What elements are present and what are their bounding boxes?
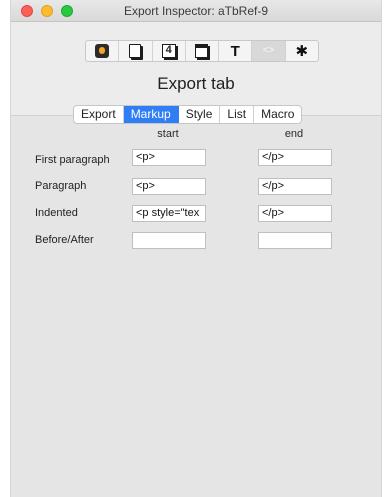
tab-list[interactable]: List [220,106,255,123]
text-pane-button[interactable]: T [219,41,253,61]
indented-start-field[interactable]: <p style="tex [132,205,206,222]
block-pane-button[interactable] [186,41,220,61]
paragraph-start-field[interactable]: <p> [132,178,206,195]
indented-end-field[interactable]: </p> [258,205,332,222]
number-pane-button[interactable]: 4 [153,41,186,61]
page-pane-button[interactable] [119,41,153,61]
before-after-end-field[interactable] [258,232,332,249]
tab-export[interactable]: Export [74,106,124,123]
export-inspector-window: Export Inspector: aTbRef-9 4 T <> ✱ Expo… [10,0,382,497]
row-label-before-after: Before/After [35,234,94,246]
export-icon [95,44,110,58]
inspector-toolbar: 4 T <> ✱ [85,40,319,62]
page-icon [129,44,142,58]
row-label-first-paragraph: First paragraph [35,154,110,166]
markup-panel [11,115,381,497]
before-after-start-field[interactable] [132,232,206,249]
first-paragraph-start-field[interactable]: <p> [132,149,206,166]
pane-title: Export tab [157,74,235,93]
row-label-indented: Indented [35,207,78,219]
code-pane-button[interactable]: <> [252,41,286,61]
start-column-header: start [157,128,179,140]
title-bar[interactable]: Export Inspector: aTbRef-9 [11,0,381,22]
tab-bar: Export Markup Style List Macro [73,105,303,124]
tab-macro[interactable]: Macro [254,106,301,123]
end-column-header: end [284,128,304,140]
gear-icon: ✱ [295,42,309,60]
export-pane-button[interactable] [86,41,120,61]
window-title: Export Inspector: aTbRef-9 [123,4,269,18]
first-paragraph-end-field[interactable]: </p> [258,149,332,166]
code-icon: <> [262,45,275,56]
tab-markup[interactable]: Markup [123,106,179,123]
row-label-paragraph: Paragraph [35,180,87,192]
paragraph-end-field[interactable]: </p> [258,178,332,195]
tab-style[interactable]: Style [179,106,221,123]
block-icon [195,44,209,58]
text-icon: T [230,42,240,60]
number-icon: 4 [161,44,176,58]
settings-pane-button[interactable]: ✱ [286,41,318,61]
